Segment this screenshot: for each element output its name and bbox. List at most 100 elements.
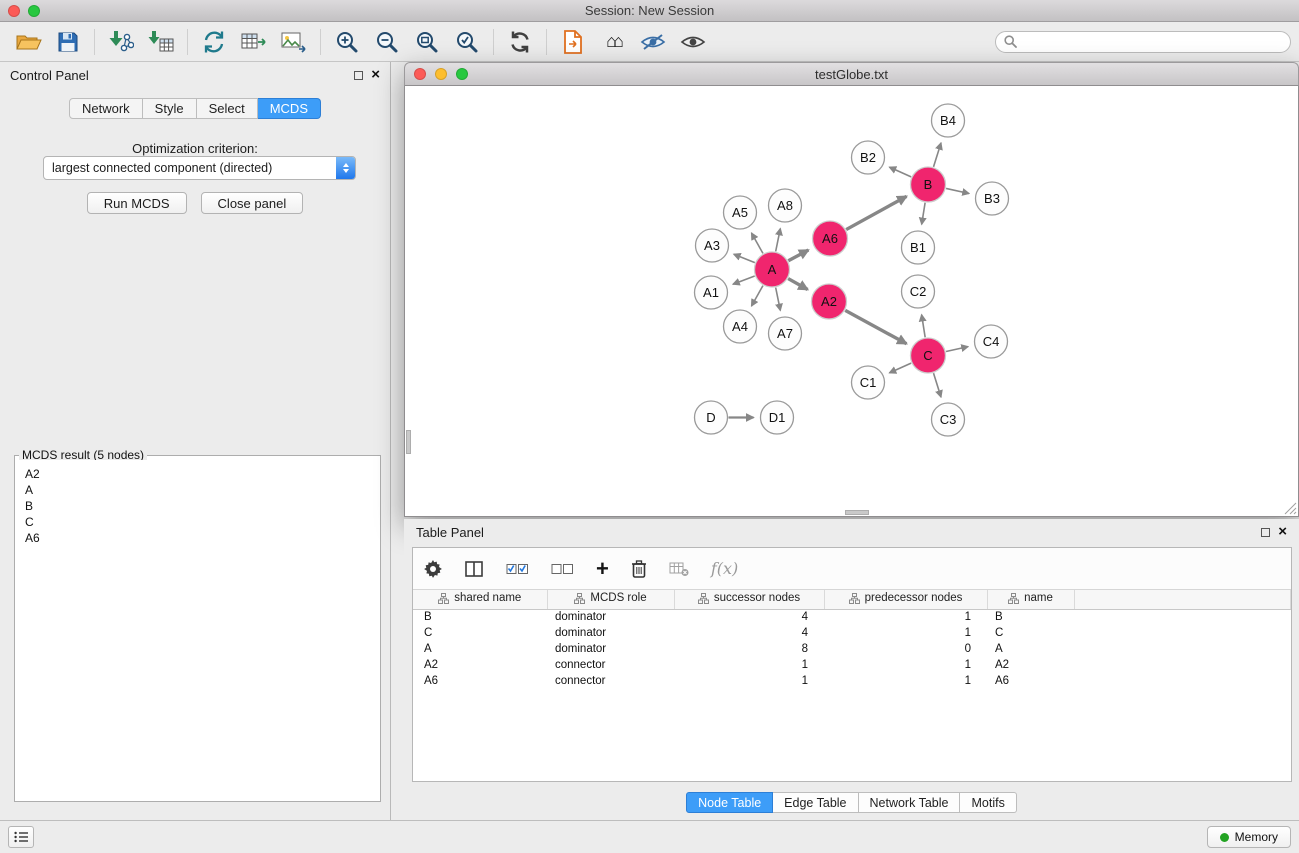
graph-edge-A-A8[interactable] — [776, 229, 781, 252]
vertical-scrollbar[interactable] — [406, 430, 411, 454]
graph-node-C[interactable]: C — [911, 338, 946, 373]
export-network-button[interactable] — [194, 25, 234, 59]
duplicate-document-button[interactable] — [553, 25, 593, 59]
tab-mcds[interactable]: MCDS — [258, 98, 321, 119]
table-row[interactable]: A2connector11A2 — [413, 657, 1291, 673]
graph-node-A7[interactable]: A7 — [769, 317, 802, 350]
refresh-view-button[interactable] — [500, 25, 540, 59]
run-mcds-button[interactable]: Run MCDS — [87, 192, 187, 214]
import-table-button[interactable] — [141, 25, 181, 59]
graph-edge-A-A4[interactable] — [752, 286, 763, 306]
graph-node-A1[interactable]: A1 — [695, 276, 728, 309]
column-header-shared-name[interactable]: shared name — [413, 590, 547, 609]
tab-select[interactable]: Select — [197, 98, 258, 119]
split-column-button[interactable] — [465, 560, 484, 578]
mcds-result-item[interactable]: A6 — [25, 530, 376, 546]
graph-node-C3[interactable]: C3 — [932, 403, 965, 436]
show-details-button[interactable] — [673, 25, 713, 59]
tab-network[interactable]: Network — [69, 98, 143, 119]
add-column-button[interactable]: + — [596, 559, 609, 579]
graph-node-B[interactable]: B — [911, 167, 946, 202]
delete-column-button[interactable] — [631, 559, 647, 579]
graph-edge-B-B4[interactable] — [934, 143, 941, 167]
mcds-result-item[interactable]: A — [25, 482, 376, 498]
graph-node-A3[interactable]: A3 — [696, 229, 729, 262]
table-row[interactable]: Cdominator41C — [413, 625, 1291, 641]
graph-node-B2[interactable]: B2 — [852, 141, 885, 174]
graph-edge-B-B2[interactable] — [889, 167, 911, 177]
column-header-successor-nodes[interactable]: successor nodes — [674, 590, 824, 609]
mcds-result-item[interactable]: C — [25, 514, 376, 530]
table-row[interactable]: Bdominator41B — [413, 609, 1291, 625]
float-table-panel-icon[interactable] — [1261, 528, 1270, 537]
close-table-panel-icon[interactable]: × — [1278, 527, 1287, 537]
graph-node-C1[interactable]: C1 — [852, 366, 885, 399]
network-canvas[interactable]: AA1A2A3A4A5A6A7A8BB1B2B3B4CC1C2C3C4DD1 — [404, 86, 1299, 517]
graph-node-A4[interactable]: A4 — [724, 310, 757, 343]
tab-node-table[interactable]: Node Table — [686, 792, 773, 813]
import-network-button[interactable] — [101, 25, 141, 59]
mcds-result-item[interactable]: A2 — [25, 466, 376, 482]
graph-node-A5[interactable]: A5 — [724, 196, 757, 229]
graph-edge-A6-B[interactable] — [846, 196, 906, 229]
home-button[interactable]: ⌂⌂ — [593, 25, 633, 59]
select-all-button[interactable] — [506, 561, 529, 577]
save-session-button[interactable] — [48, 25, 88, 59]
tab-motifs[interactable]: Motifs — [960, 792, 1016, 813]
graph-edge-A-A5[interactable] — [752, 233, 763, 253]
network-graph[interactable]: AA1A2A3A4A5A6A7A8BB1B2B3B4CC1C2C3C4DD1 — [405, 86, 1298, 516]
graph-edge-B-B3[interactable] — [946, 188, 969, 193]
tab-style[interactable]: Style — [143, 98, 197, 119]
search-input[interactable] — [1022, 35, 1282, 49]
mcds-result-item[interactable]: B — [25, 498, 376, 514]
float-panel-icon[interactable] — [354, 71, 363, 80]
column-header-name[interactable]: name — [987, 590, 1074, 609]
graph-node-A6[interactable]: A6 — [813, 221, 848, 256]
graph-edge-C-C2[interactable] — [922, 315, 926, 338]
table-row[interactable]: A6connector11A6 — [413, 673, 1291, 689]
zoom-in-button[interactable] — [327, 25, 367, 59]
tab-edge-table[interactable]: Edge Table — [773, 792, 858, 813]
zoom-fit-button[interactable] — [407, 25, 447, 59]
graph-edge-B-B1[interactable] — [922, 203, 925, 225]
export-image-button[interactable] — [274, 25, 314, 59]
table-row[interactable]: Adominator80A — [413, 641, 1291, 657]
graph-node-C2[interactable]: C2 — [902, 275, 935, 308]
graph-node-B4[interactable]: B4 — [932, 104, 965, 137]
graph-edge-C-C3[interactable] — [934, 373, 941, 397]
graph-edge-C-C4[interactable] — [946, 347, 968, 352]
horizontal-scrollbar[interactable] — [845, 510, 869, 515]
graph-node-B3[interactable]: B3 — [976, 182, 1009, 215]
memory-button[interactable]: Memory — [1207, 826, 1291, 848]
graph-node-A2[interactable]: A2 — [812, 284, 847, 319]
graph-node-B1[interactable]: B1 — [902, 231, 935, 264]
graph-edge-A-A3[interactable] — [734, 254, 755, 262]
resize-grip[interactable] — [1284, 502, 1297, 515]
close-window-button[interactable] — [8, 5, 20, 17]
close-panel-button[interactable]: Close panel — [201, 192, 304, 214]
task-history-button[interactable] — [8, 826, 34, 848]
export-table-button[interactable] — [234, 25, 274, 59]
close-panel-icon[interactable]: × — [371, 70, 380, 80]
graph-edge-A-A6[interactable] — [788, 250, 808, 261]
zoom-selected-button[interactable] — [447, 25, 487, 59]
open-session-button[interactable] — [8, 25, 48, 59]
column-header-predecessor-nodes[interactable]: predecessor nodes — [824, 590, 987, 609]
graph-node-D[interactable]: D — [695, 401, 728, 434]
graph-edge-A2-C[interactable] — [845, 310, 906, 343]
graph-edge-A-A2[interactable] — [788, 279, 808, 290]
graph-edge-C-C1[interactable] — [889, 363, 911, 373]
table-settings-button[interactable] — [423, 559, 443, 579]
search-field[interactable] — [995, 31, 1291, 53]
function-builder-button[interactable]: f(x) — [711, 559, 738, 578]
graph-edge-A-A7[interactable] — [776, 288, 781, 311]
graph-node-D1[interactable]: D1 — [761, 401, 794, 434]
deselect-all-button[interactable] — [551, 561, 574, 577]
graph-edge-A-A1[interactable] — [733, 276, 755, 284]
zoom-out-button[interactable] — [367, 25, 407, 59]
graph-node-A8[interactable]: A8 — [769, 189, 802, 222]
delete-table-button[interactable] — [669, 561, 689, 577]
hide-details-button[interactable] — [633, 25, 673, 59]
optimization-criterion-dropdown[interactable]: largest connected component (directed) — [43, 156, 356, 180]
tab-network-table[interactable]: Network Table — [859, 792, 961, 813]
